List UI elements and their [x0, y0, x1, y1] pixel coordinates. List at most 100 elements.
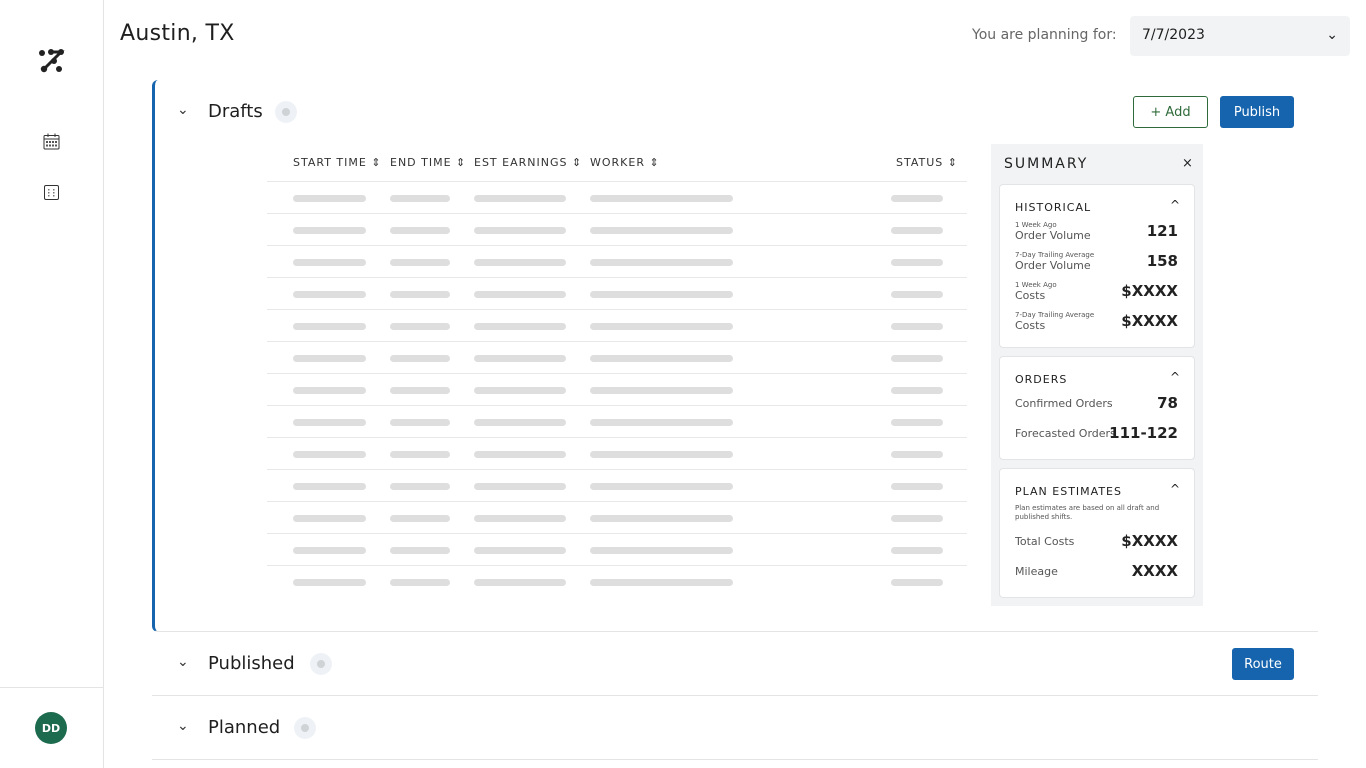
skeleton-cell [293, 259, 366, 266]
date-select[interactable]: 7/7/2023 ⌄ [1130, 16, 1350, 56]
table-row[interactable] [267, 405, 967, 437]
skeleton-cell [390, 227, 450, 234]
metric-label: Costs [1015, 289, 1046, 302]
skeleton-cell [474, 227, 566, 234]
table-row[interactable] [267, 469, 967, 501]
metric-value: $XXXX [1121, 312, 1178, 330]
skeleton-cell [390, 579, 450, 586]
skeleton-cell [474, 259, 566, 266]
table-row[interactable] [267, 373, 967, 405]
orders-card: ORDERS ^ Confirmed Orders 78 Forecasted … [999, 356, 1195, 460]
skeleton-cell [474, 515, 566, 522]
column-est-earnings[interactable]: EST EARNINGS ⇕ [474, 156, 582, 169]
skeleton-cell [390, 387, 450, 394]
plan-estimates-card: PLAN ESTIMATES ^ Plan estimates are base… [999, 468, 1195, 598]
chevron-up-icon[interactable]: ^ [1170, 370, 1180, 384]
avatar[interactable]: DD [35, 712, 67, 744]
table-row[interactable] [267, 181, 967, 213]
skeleton-cell [293, 483, 366, 490]
chevron-down-icon[interactable]: ⌄ [177, 102, 189, 118]
metric-value: 158 [1146, 252, 1178, 270]
close-icon[interactable]: × [1182, 156, 1193, 171]
historical-title: HISTORICAL [1015, 201, 1092, 214]
skeleton-cell [590, 259, 733, 266]
skeleton-cell [390, 483, 450, 490]
skeleton-cell [590, 579, 733, 586]
table-row[interactable] [267, 277, 967, 309]
chevron-down-icon[interactable]: ⌄ [177, 718, 189, 734]
skeleton-cell [293, 323, 366, 330]
metric-value: 111-122 [1109, 424, 1178, 442]
skeleton-cell [474, 195, 566, 202]
column-worker[interactable]: WORKER ⇕ [590, 156, 660, 169]
skeleton-cell [590, 291, 733, 298]
metric-label: Forecasted Orders [1015, 427, 1116, 440]
plan-note: Plan estimates are based on all draft an… [1015, 504, 1160, 521]
skeleton-cell [891, 323, 943, 330]
skeleton-cell [590, 387, 733, 394]
drafts-title: Drafts [208, 101, 263, 122]
date-value: 7/7/2023 [1142, 27, 1205, 43]
skeleton-cell [293, 515, 366, 522]
skeleton-cell [390, 323, 450, 330]
published-title: Published [208, 653, 295, 674]
skeleton-cell [293, 547, 366, 554]
metric-sub: 7-Day Trailing Average [1015, 251, 1095, 259]
skeleton-cell [891, 419, 943, 426]
skeleton-cell [474, 387, 566, 394]
skeleton-cell [293, 419, 366, 426]
metric-label: Confirmed Orders [1015, 397, 1113, 410]
summary-panel: SUMMARY × HISTORICAL ^ 1 Week Ago Order … [991, 144, 1203, 606]
table-row[interactable] [267, 565, 967, 597]
skeleton-cell [474, 323, 566, 330]
skeleton-cell [590, 355, 733, 362]
metric-value: $XXXX [1121, 282, 1178, 300]
table-row[interactable] [267, 501, 967, 533]
skeleton-cell [293, 291, 366, 298]
route-button[interactable]: Route [1232, 648, 1294, 680]
table-row[interactable] [267, 341, 967, 373]
skeleton-cell [390, 547, 450, 554]
skeleton-cell [590, 419, 733, 426]
skeleton-cell [390, 195, 450, 202]
skeleton-cell [590, 515, 733, 522]
logo-icon[interactable] [38, 48, 66, 74]
skeleton-cell [293, 451, 366, 458]
skeleton-cell [891, 547, 943, 554]
metric-label: Mileage [1015, 565, 1058, 578]
table-row[interactable] [267, 213, 967, 245]
chevron-up-icon[interactable]: ^ [1170, 482, 1180, 496]
grid-calendar-icon[interactable] [44, 185, 59, 200]
skeleton-cell [474, 355, 566, 362]
metric-value: XXXX [1131, 562, 1178, 580]
skeleton-cell [891, 483, 943, 490]
metric-sub: 7-Day Trailing Average [1015, 311, 1095, 319]
metric-sub: 1 Week Ago [1015, 281, 1057, 289]
calendar-icon[interactable] [43, 133, 60, 150]
metric-label: Costs [1015, 319, 1046, 332]
skeleton-cell [390, 419, 450, 426]
skeleton-cell [390, 355, 450, 362]
skeleton-cell [590, 547, 733, 554]
skeleton-cell [293, 195, 366, 202]
column-status[interactable]: STATUS ⇕ [896, 156, 958, 169]
metric-value: $XXXX [1121, 532, 1178, 550]
table-row[interactable] [267, 309, 967, 341]
chevron-down-icon[interactable]: ⌄ [177, 654, 189, 670]
table-row[interactable] [267, 437, 967, 469]
table-row[interactable] [267, 245, 967, 277]
skeleton-cell [891, 515, 943, 522]
table-row[interactable] [267, 533, 967, 565]
skeleton-cell [474, 483, 566, 490]
skeleton-cell [390, 515, 450, 522]
chevron-up-icon[interactable]: ^ [1170, 198, 1180, 212]
divider [0, 687, 103, 688]
skeleton-cell [891, 227, 943, 234]
column-end-time[interactable]: END TIME ⇕ [390, 156, 466, 169]
skeleton-cell [390, 291, 450, 298]
skeleton-cell [293, 227, 366, 234]
orders-title: ORDERS [1015, 373, 1068, 386]
publish-button[interactable]: Publish [1220, 96, 1294, 128]
column-start-time[interactable]: START TIME ⇕ [293, 156, 382, 169]
add-button[interactable]: + Add [1133, 96, 1208, 128]
